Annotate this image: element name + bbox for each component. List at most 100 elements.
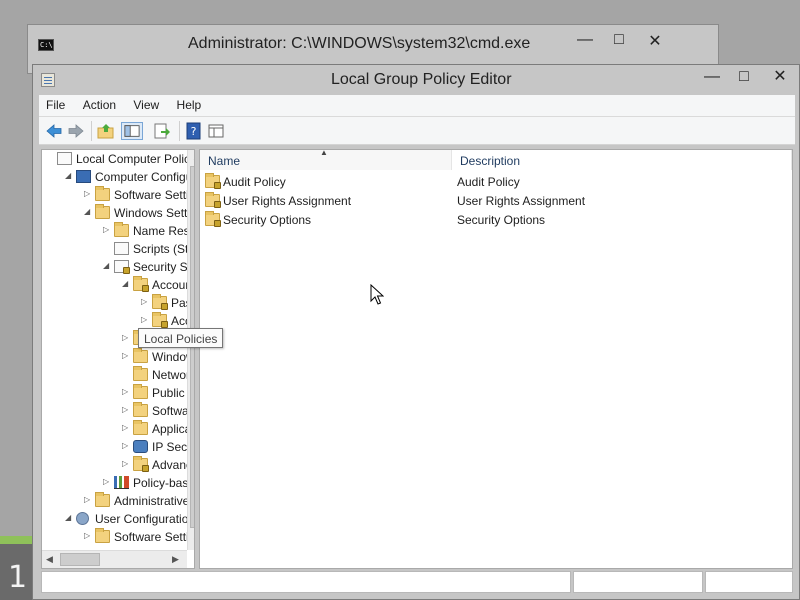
tree-horizontal-scroll-thumb[interactable]: [60, 553, 100, 566]
lock-icon: [214, 201, 221, 208]
collapse-arrow-icon[interactable]: ◢: [65, 513, 73, 522]
menu-bar: File Action View Help: [39, 95, 795, 117]
status-cell-3: [705, 571, 793, 593]
expand-arrow-icon[interactable]: ▷: [141, 315, 149, 324]
column-header-description[interactable]: Description: [452, 150, 792, 170]
desktop-green-bar: [0, 536, 34, 544]
list-item[interactable]: Audit Policy Audit Policy: [200, 172, 790, 191]
expand-arrow-icon[interactable]: ▷: [122, 423, 130, 432]
console-tree[interactable]: Local Computer Policy◢Computer Configura…: [41, 149, 195, 569]
tooltip-local-policies: Local Policies: [138, 328, 224, 348]
folder-icon: [114, 222, 129, 237]
collapse-arrow-icon[interactable]: ◢: [122, 279, 130, 288]
back-icon[interactable]: [45, 122, 63, 140]
cmd-maximize-button[interactable]: □: [602, 31, 636, 53]
forward-icon[interactable]: [67, 122, 85, 140]
scroll-right-arrow-icon[interactable]: ▶: [172, 554, 179, 565]
tree-vertical-scrollbar[interactable]: ▲ ▼: [187, 150, 194, 550]
tree-horizontal-scrollbar[interactable]: ◀ ▶: [42, 550, 187, 568]
column-description-label: Description: [460, 154, 521, 168]
lock-icon: [123, 267, 130, 274]
list-item-name: Audit Policy: [223, 175, 286, 189]
gpedit-app-icon: [41, 73, 55, 87]
export-list-icon[interactable]: [153, 122, 171, 140]
expand-arrow-icon[interactable]: ▷: [122, 351, 130, 360]
expand-arrow-icon[interactable]: ▷: [122, 387, 130, 396]
expand-arrow-icon[interactable]: ▷: [103, 477, 111, 486]
scroll-down-arrow-icon[interactable]: ▼: [192, 536, 194, 546]
scroll-up-arrow-icon[interactable]: ▲: [192, 152, 194, 162]
minimize-button[interactable]: —: [697, 67, 727, 89]
details-pane[interactable]: Name ▲ Description Audit Policy Audit Pol…: [199, 148, 793, 569]
folder-icon: [95, 492, 110, 507]
scroll-left-arrow-icon[interactable]: ◀: [46, 554, 53, 565]
cmd-window-title: Administrator: C:\WINDOWS\system32\cmd.e…: [188, 35, 531, 52]
expand-arrow-icon[interactable]: ▷: [122, 333, 130, 342]
list-item[interactable]: User Rights Assignment User Rights Assign…: [200, 191, 790, 210]
status-cell-main: [41, 571, 571, 593]
user-icon: [76, 512, 89, 525]
expand-arrow-icon[interactable]: ▷: [122, 459, 130, 468]
status-bar: [39, 571, 795, 593]
lock-icon: [161, 303, 168, 310]
tree-item-label: Windows Settings: [114, 206, 194, 220]
status-cell-2: [573, 571, 703, 593]
list-item[interactable]: Security Options Security Options: [200, 210, 790, 229]
list-item-description: User Rights Assignment: [457, 194, 586, 208]
list-item-description: Audit Policy: [457, 175, 520, 189]
locked-folder-icon: [133, 456, 149, 472]
tree-item-label: User Configuration: [95, 512, 195, 526]
expand-arrow-icon[interactable]: ▷: [122, 441, 130, 450]
expand-arrow-icon[interactable]: ▷: [84, 495, 92, 504]
up-folder-icon[interactable]: [97, 122, 115, 140]
column-header-name[interactable]: Name ▲: [200, 148, 452, 170]
lock-icon: [214, 220, 221, 227]
folder-icon: [133, 402, 148, 417]
lock-icon: [142, 285, 149, 292]
toolbar-separator: [179, 121, 180, 141]
tree-item-label: Computer Configuration: [95, 170, 194, 184]
document-icon: [57, 152, 72, 165]
view-icon[interactable]: [207, 122, 225, 140]
locked-folder-icon: [205, 211, 221, 227]
lock-icon: [161, 321, 168, 328]
tree-item-label: Name Resolution Policy: [133, 224, 194, 238]
security-settings-icon: [114, 260, 130, 274]
help-icon[interactable]: ?: [185, 122, 203, 140]
mouse-cursor-icon: [370, 284, 384, 305]
list-item-description: Security Options: [457, 213, 546, 227]
cmd-minimize-button[interactable]: —: [568, 31, 602, 53]
folder-icon: [133, 384, 148, 399]
lock-icon: [142, 465, 149, 472]
title-bar[interactable]: Local Group Policy Editor — □ ✕: [33, 65, 799, 93]
tree-item-label: Security Settings: [133, 260, 194, 274]
close-button[interactable]: ✕: [765, 67, 795, 89]
expand-arrow-icon[interactable]: ▷: [84, 531, 92, 540]
locked-folder-icon: [152, 294, 168, 310]
expand-arrow-icon[interactable]: ▷: [141, 297, 149, 306]
menu-file[interactable]: File: [39, 95, 72, 112]
folder-icon: [95, 204, 110, 219]
list-item-name: Security Options: [223, 213, 312, 227]
expand-arrow-icon[interactable]: ▷: [103, 225, 111, 234]
collapse-arrow-icon[interactable]: ◢: [103, 261, 111, 270]
computer-icon: [76, 170, 91, 183]
collapse-arrow-icon[interactable]: ◢: [65, 171, 73, 180]
menu-help[interactable]: Help: [170, 95, 209, 112]
locked-folder-icon: [133, 276, 149, 292]
menu-view[interactable]: View: [126, 95, 166, 112]
tree-item-label: Software Settings: [114, 530, 194, 544]
collapse-arrow-icon[interactable]: ◢: [84, 207, 92, 216]
svg-text:?: ?: [191, 125, 197, 138]
show-hide-console-tree-icon[interactable]: [121, 122, 143, 140]
column-name-label: Name: [208, 154, 241, 168]
qos-chart-icon: [114, 476, 129, 489]
cmd-close-button[interactable]: ✕: [638, 31, 672, 53]
expand-arrow-icon[interactable]: ▷: [122, 405, 130, 414]
tree-item-label: Software Settings: [114, 188, 194, 202]
menu-action[interactable]: Action: [76, 95, 123, 112]
expand-arrow-icon[interactable]: ▷: [84, 189, 92, 198]
maximize-button[interactable]: □: [729, 67, 759, 89]
desktop-number: 1: [8, 560, 28, 595]
ip-security-icon: [133, 440, 148, 453]
